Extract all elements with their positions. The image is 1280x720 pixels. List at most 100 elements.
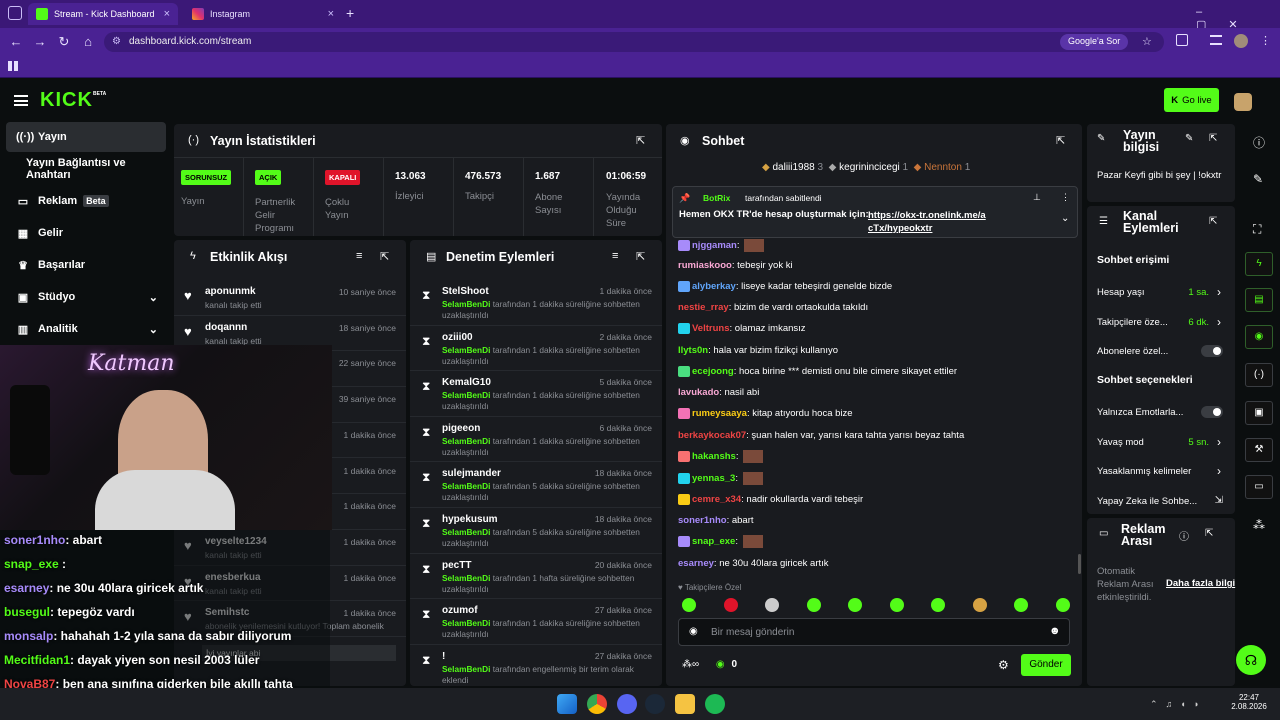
popout-icon[interactable]: ⇱ xyxy=(1209,133,1217,144)
browser-menu-icon[interactable]: ⋮ xyxy=(1260,34,1271,47)
popout-icon[interactable]: ⇱ xyxy=(1209,216,1217,227)
moderator-name[interactable]: SelamBenDi xyxy=(442,664,490,674)
learn-more-link[interactable]: Daha fazla bilgi xyxy=(1166,578,1235,589)
start-menu-icon[interactable] xyxy=(557,694,577,714)
chrome-icon[interactable] xyxy=(587,694,607,714)
chat-username[interactable]: rumeysaaya xyxy=(692,408,747,419)
steam-icon[interactable] xyxy=(645,694,665,714)
emote-button[interactable] xyxy=(972,598,987,612)
chat-username[interactable]: snap_exe xyxy=(692,536,735,547)
moderator-name[interactable]: SelamBenDi xyxy=(442,299,490,309)
pinned-by-user[interactable]: BotRix xyxy=(703,193,730,203)
setting-row[interactable]: Yasaklanmış kelimeler › xyxy=(1087,461,1235,485)
extensions-icon[interactable] xyxy=(1176,34,1188,46)
emote-button[interactable] xyxy=(806,598,821,612)
moderator-name[interactable]: SelamBenDi xyxy=(442,436,490,446)
moderation-row[interactable]: ⧗ pecTT 20 dakika önce SelamBenDi tarafında… xyxy=(410,554,662,600)
pinned-message[interactable]: 📌 BotRix tarafından sabitlendi ⊥ ⋮ Hemen… xyxy=(672,186,1078,238)
chat-message[interactable]: berkaykocak07: şuan halen var, yarısı ka… xyxy=(678,429,964,443)
send-button[interactable]: Gönder xyxy=(1021,654,1071,676)
rail-stream-button[interactable]: (·) xyxy=(1245,363,1273,387)
spotify-icon[interactable] xyxy=(705,694,725,714)
chat-message[interactable]: llyts0n: hala var bizim fizikçi kullanıy… xyxy=(678,344,838,358)
gifter-name[interactable]: daliii1988 xyxy=(772,162,814,173)
popout-icon[interactable]: ⇱ xyxy=(380,250,389,263)
setting-row[interactable]: Takipçilere öze... 6 dk. › xyxy=(1087,312,1235,336)
setting-row[interactable]: Abonelere özel... xyxy=(1087,341,1235,365)
setting-row[interactable]: Yalnızca Emotlarla... xyxy=(1087,402,1235,426)
moderator-name[interactable]: SelamBenDi xyxy=(442,527,490,537)
points-icon[interactable]: ◉ xyxy=(716,659,725,670)
rail-chat-button[interactable]: ◉ xyxy=(1245,325,1273,349)
moderated-user[interactable]: ! xyxy=(442,651,445,662)
popout-icon[interactable]: ⇱ xyxy=(1205,528,1213,539)
chat-message[interactable]: esarney: ne 30u 40lara giricek artık xyxy=(678,557,829,571)
discord-icon[interactable] xyxy=(617,694,637,714)
popout-icon[interactable]: ⇱ xyxy=(636,134,645,147)
kick-logo[interactable]: KICK xyxy=(40,89,93,112)
chat-username[interactable]: Veltruns xyxy=(692,323,730,334)
sidebar-item-basarilar[interactable]: ♛ Başarılar xyxy=(6,250,166,280)
chat-username[interactable]: yennas_3 xyxy=(692,473,735,484)
chat-username[interactable]: alyberkay xyxy=(692,281,736,292)
moderator-name[interactable]: SelamBenDi xyxy=(442,573,490,583)
popout-icon[interactable]: ⇱ xyxy=(636,250,645,263)
url-bar[interactable]: ⚙ dashboard.kick.com/stream Google'a Sor… xyxy=(104,32,1164,52)
activity-user[interactable]: doqannn xyxy=(205,322,247,333)
moderated-user[interactable]: ozumof xyxy=(442,605,478,616)
info-icon[interactable]: ⓘ xyxy=(1179,528,1189,543)
go-live-button[interactable]: K Go live xyxy=(1164,88,1219,112)
activity-user[interactable]: aponunmk xyxy=(205,286,256,297)
activity-row[interactable]: ♥ aponunmk kanalı takip etti 10 saniye önce xyxy=(174,280,406,316)
toggle-switch[interactable] xyxy=(1201,406,1223,418)
system-tray-icons[interactable]: ⌃♫◖◗ xyxy=(1150,699,1207,710)
emote-button[interactable] xyxy=(848,598,862,612)
settings-gear-icon[interactable]: ⚙ xyxy=(998,658,1009,672)
sidebar-item-gelir[interactable]: ▦ Gelir xyxy=(6,218,166,248)
home-icon[interactable]: ⌂ xyxy=(80,34,96,50)
gifter-name[interactable]: kegrinincicegi xyxy=(839,162,900,173)
moderator-name[interactable]: SelamBenDi xyxy=(442,345,490,355)
setting-row[interactable]: Yapay Zeka ile Sohbe... ⇲ xyxy=(1087,491,1235,515)
chat-message[interactable]: lavukado: nasil abi xyxy=(678,386,759,400)
apps-icon[interactable] xyxy=(8,61,18,71)
moderation-row[interactable]: ⧗ KemalG10 5 dakika önce SelamBenDi tarafın… xyxy=(410,371,662,417)
chat-username[interactable]: nestie_rray xyxy=(678,302,729,313)
sidebar-item-reklam[interactable]: ▭ Reklam Beta xyxy=(6,186,166,216)
clock[interactable]: 22:47 2.08.2026 xyxy=(1230,693,1268,711)
moderated-user[interactable]: pecTT xyxy=(442,560,471,571)
moderation-row[interactable]: ⧗ StelShoot 1 dakika önce SelamBenDi tarafı… xyxy=(410,280,662,326)
close-tab-icon[interactable]: × xyxy=(164,8,170,20)
new-tab-button[interactable]: + xyxy=(346,5,354,21)
chat-message[interactable]: soner1nho: abart xyxy=(678,514,754,528)
chat-username[interactable]: hakanshs xyxy=(692,451,736,462)
moderation-row[interactable]: ⧗ oziii00 2 dakika önce SelamBenDi tarafınd… xyxy=(410,326,662,372)
tab-kick-dashboard[interactable]: Stream - Kick Dashboard × xyxy=(28,3,178,25)
user-avatar[interactable] xyxy=(1234,93,1252,111)
emote-button[interactable] xyxy=(723,598,738,612)
moderated-user[interactable]: oziii00 xyxy=(442,332,473,343)
add-widget-icon[interactable]: ⁂ xyxy=(1253,518,1265,532)
chat-username[interactable]: lavukado xyxy=(678,387,719,398)
unpin-icon[interactable]: ⊥ xyxy=(1033,192,1041,203)
chat-message[interactable]: nestie_rray: bizim de vardı ortaokulda t… xyxy=(678,301,868,315)
chat-input-placeholder[interactable]: Bir mesaj gönderin xyxy=(711,627,794,638)
moderator-name[interactable]: SelamBenDi xyxy=(442,481,490,491)
close-tab-icon[interactable]: × xyxy=(328,8,334,20)
hamburger-menu-icon[interactable] xyxy=(14,95,28,106)
sidebar-item-yayin[interactable]: ((·)) Yayın xyxy=(6,122,166,152)
site-info-icon[interactable]: ⚙ xyxy=(112,36,121,47)
moderator-name[interactable]: SelamBenDi xyxy=(442,618,490,628)
popout-icon[interactable]: ⇱ xyxy=(1056,134,1065,147)
chat-input[interactable]: ◉ Bir mesaj gönderin ☻ xyxy=(678,618,1070,646)
moderated-user[interactable]: pigeeon xyxy=(442,423,480,434)
chat-message[interactable]: Veltruns: olamaz imkansız xyxy=(678,322,806,336)
emote-button[interactable] xyxy=(1014,598,1028,612)
rail-save-button[interactable]: ▣ xyxy=(1245,401,1273,425)
chat-message[interactable]: yennas_3: xyxy=(678,472,763,486)
setting-row[interactable]: Hesap yaşı 1 sa. › xyxy=(1087,282,1235,306)
chat-username[interactable]: berkaykocak07 xyxy=(678,430,746,441)
chevron-down-icon[interactable]: ⌄ xyxy=(1061,213,1069,224)
moderated-user[interactable]: hypekusum xyxy=(442,514,498,525)
filter-icon[interactable]: ≡ xyxy=(612,250,618,262)
